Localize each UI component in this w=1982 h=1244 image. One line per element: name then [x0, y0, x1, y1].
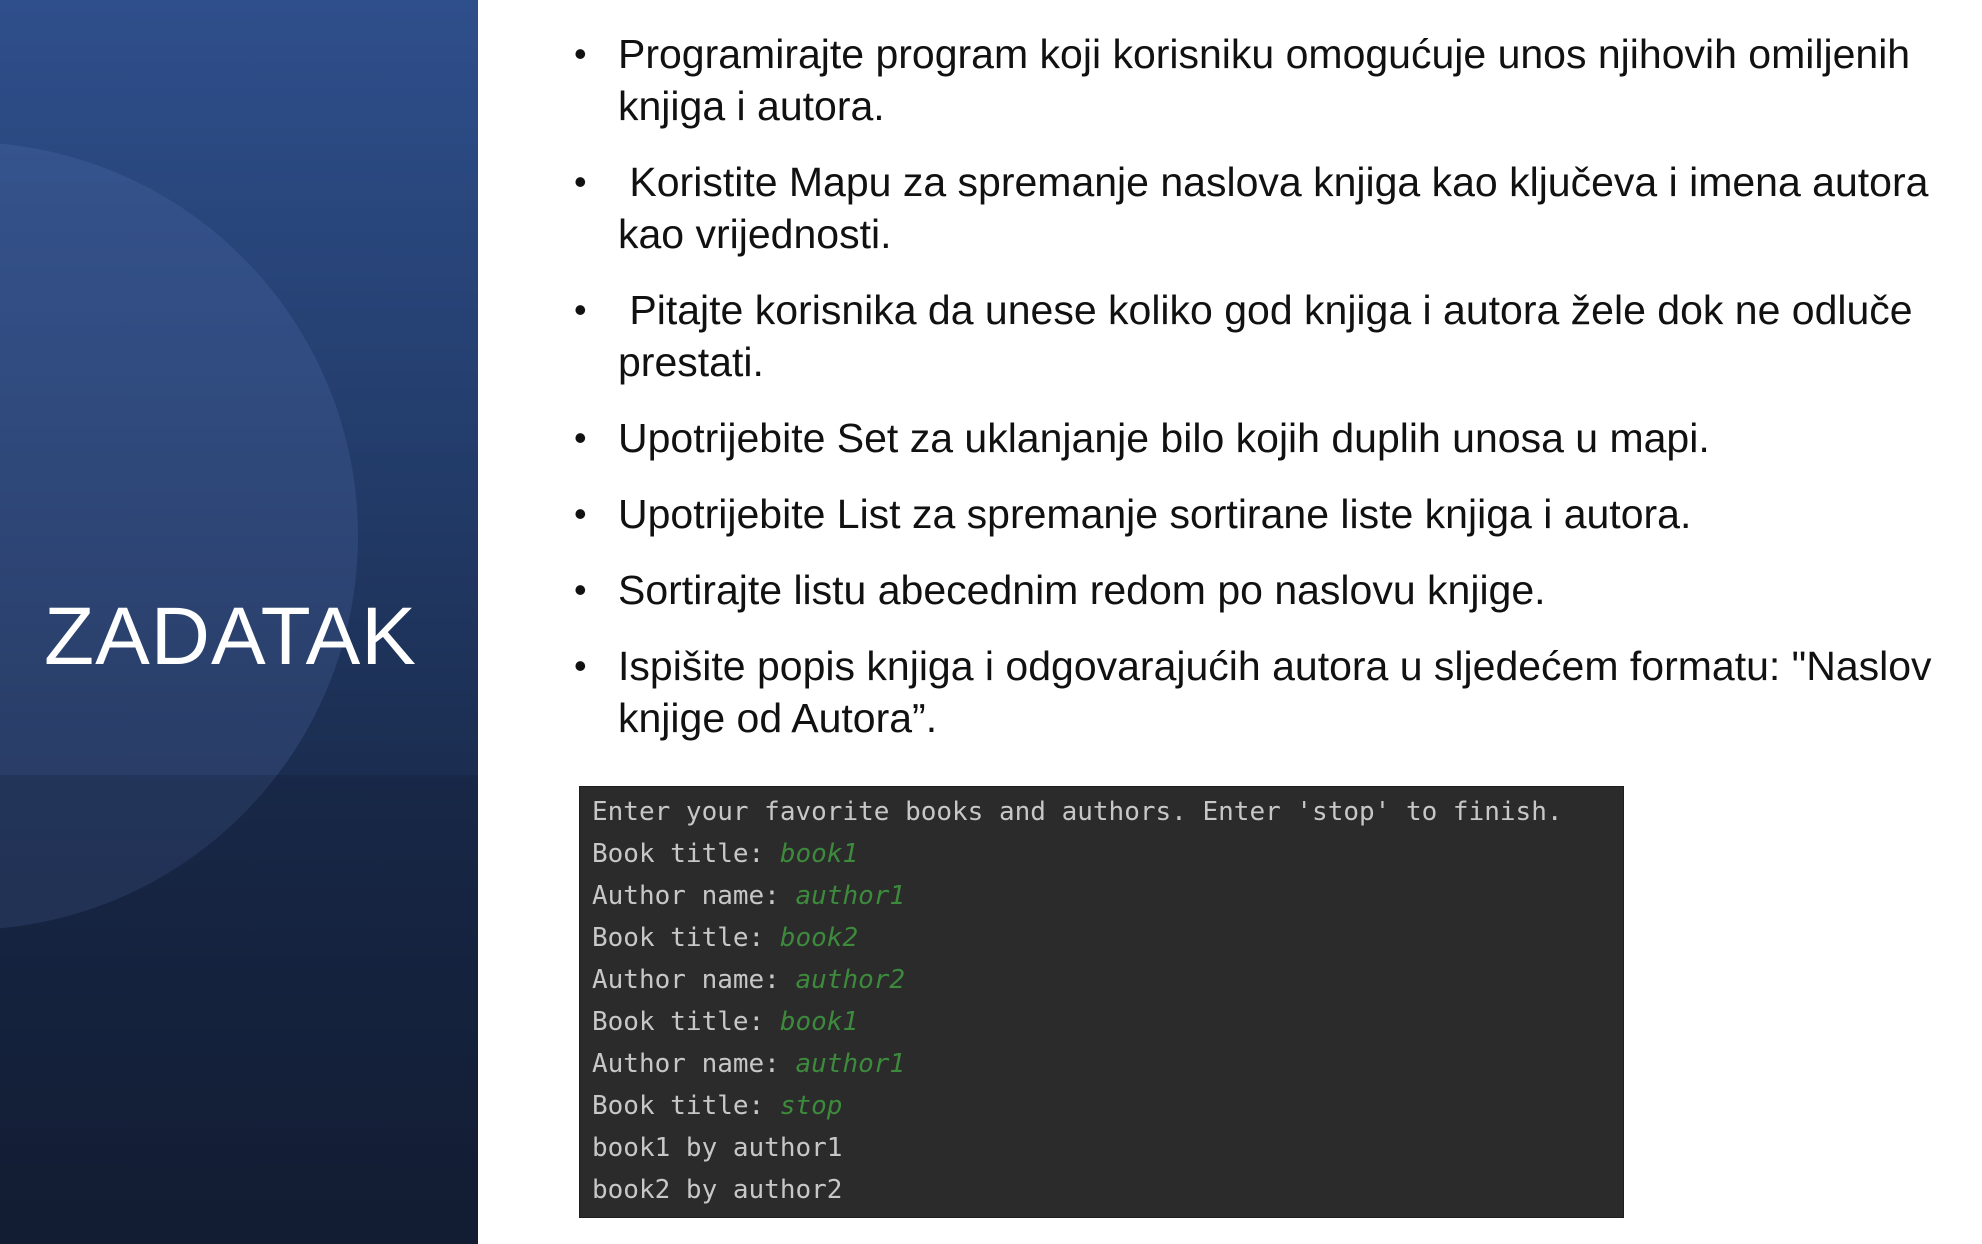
console-line: Book title: stop — [592, 1085, 1611, 1127]
bullet-item: • Ispišite popis knjiga i odgovarajućih a… — [570, 640, 1960, 744]
bullet-dot-icon: • — [574, 417, 587, 458]
bullet-dot-icon: • — [574, 569, 587, 610]
console-text: Book title: — [592, 923, 780, 953]
bullet-text: Upotrijebite Set za uklanjanje bilo koji… — [618, 415, 1710, 461]
console-user-input: book2 — [779, 923, 859, 953]
console-line: book1 by author1 — [592, 1127, 1611, 1169]
console-line: Author name: author1 — [592, 875, 1611, 917]
task-bullet-list: • Programirajte program koji korisniku om… — [570, 28, 1960, 768]
console-text: Enter your favorite books and authors. E… — [592, 797, 1563, 827]
console-line: Book title: book1 — [592, 833, 1611, 875]
console-line: Enter your favorite books and authors. E… — [592, 791, 1611, 833]
bullet-dot-icon: • — [574, 289, 587, 330]
console-line: Book title: book2 — [592, 917, 1611, 959]
decorative-band — [0, 775, 478, 1244]
bullet-item: • Pitajte korisnika da unese koliko god … — [570, 284, 1960, 388]
bullet-dot-icon: • — [574, 33, 587, 74]
bullet-text: Pitajte korisnika da unese koliko god kn… — [618, 287, 1925, 385]
bullet-item: • Upotrijebite List za spremanje sortiran… — [570, 488, 1960, 540]
bullet-dot-icon: • — [574, 493, 587, 534]
console-user-input: book1 — [779, 1007, 859, 1037]
console-line: Book title: book1 — [592, 1001, 1611, 1043]
bullet-text: Upotrijebite List za spremanje sortirane… — [618, 491, 1692, 537]
console-line: Author name: author2 — [592, 959, 1611, 1001]
console-user-input: author1 — [795, 881, 906, 911]
bullet-dot-icon: • — [574, 645, 587, 686]
console-user-input: book1 — [779, 839, 859, 869]
console-line: book2 by author2 — [592, 1169, 1611, 1211]
console-text: Author name: — [592, 965, 796, 995]
bullet-item: • Upotrijebite Set za uklanjanje bilo koj… — [570, 412, 1960, 464]
bullet-text: Programirajte program koji korisniku omo… — [618, 31, 1911, 129]
console-user-input: author1 — [795, 1049, 906, 1079]
bullet-dot-icon: • — [574, 161, 587, 202]
console-text: book2 by author2 — [592, 1175, 843, 1205]
title-panel: ZADATAK — [0, 0, 478, 1244]
slide-title: ZADATAK — [44, 591, 417, 682]
console-text: Book title: — [592, 839, 780, 869]
bullet-text: Koristite Mapu za spremanje naslova knji… — [618, 159, 1940, 257]
console-text: Author name: — [592, 1049, 796, 1079]
console-user-input: author2 — [795, 965, 906, 995]
console-line: Author name: author1 — [592, 1043, 1611, 1085]
bullet-item: • Sortirajte listu abecednim redom po nas… — [570, 564, 1960, 616]
bullet-text: Ispišite popis knjiga i odgovarajućih au… — [618, 643, 1932, 741]
console-text: Author name: — [592, 881, 796, 911]
console-text: Book title: — [592, 1007, 780, 1037]
console-text: Book title: — [592, 1091, 780, 1121]
bullet-text: Sortirajte listu abecednim redom po nasl… — [618, 567, 1546, 613]
console-output-screenshot: Enter your favorite books and authors. E… — [579, 786, 1624, 1218]
console-text: book1 by author1 — [592, 1133, 843, 1163]
bullet-item: • Koristite Mapu za spremanje naslova kn… — [570, 156, 1960, 260]
console-user-input: stop — [779, 1091, 843, 1121]
bullet-item: • Programirajte program koji korisniku om… — [570, 28, 1960, 132]
